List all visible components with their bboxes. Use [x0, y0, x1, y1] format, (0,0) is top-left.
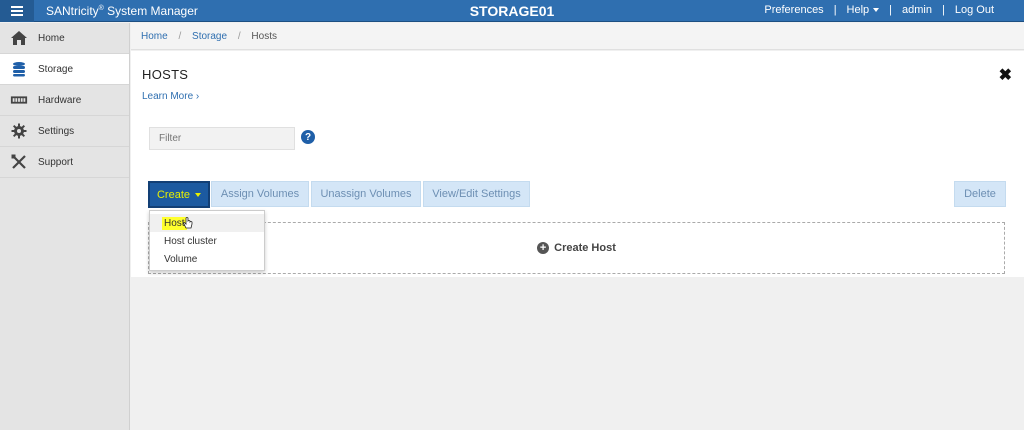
separator: |: [833, 4, 837, 16]
menu-item-host-cluster[interactable]: Host cluster: [150, 232, 264, 250]
create-button[interactable]: Create: [148, 181, 210, 208]
breadcrumb-storage[interactable]: Storage: [192, 31, 227, 42]
create-label: Create: [156, 188, 191, 201]
page-title: HOSTS: [142, 67, 189, 82]
empty-state-drop-zone[interactable]: + Create Host: [148, 222, 1005, 274]
learn-more-link[interactable]: Learn More ›: [142, 91, 199, 102]
menu-item-label: Host cluster: [164, 235, 217, 247]
caret-down-icon: [195, 192, 202, 197]
caret-down-icon: [873, 8, 880, 13]
breadcrumb-separator: /: [237, 31, 241, 42]
sidebar-item-home[interactable]: Home: [0, 23, 129, 54]
breadcrumb-home[interactable]: Home: [141, 31, 168, 42]
top-links: Preferences | Help | admin | Log Out: [764, 4, 994, 16]
separator: |: [942, 4, 945, 16]
assign-volumes-button[interactable]: Assign Volumes: [211, 181, 309, 207]
menu-item-host[interactable]: Host: [150, 214, 264, 232]
sidebar-item-label: Support: [38, 156, 74, 168]
help-menu[interactable]: Help: [847, 4, 880, 16]
sidebar-item-support[interactable]: Support: [0, 147, 129, 178]
database-icon: [10, 61, 28, 77]
hamburger-menu-button[interactable]: [0, 0, 34, 22]
help-label: Help: [846, 4, 870, 16]
sidebar-item-label: Hardware: [38, 94, 82, 106]
sidebar-item-label: Settings: [38, 125, 75, 137]
menu-icon: [11, 6, 23, 16]
sidebar-item-settings[interactable]: Settings: [0, 116, 129, 147]
sidebar-item-label: Storage: [38, 63, 74, 75]
close-icon[interactable]: ✖: [999, 65, 1012, 85]
main-content: Home / Storage / Hosts HOSTS Learn More …: [131, 23, 1024, 430]
help-icon[interactable]: ?: [301, 130, 315, 144]
plus-circle-icon: +: [537, 242, 550, 254]
separator: |: [889, 4, 893, 16]
gear-icon: [10, 123, 28, 139]
sidebar-item-hardware[interactable]: Hardware: [0, 85, 129, 116]
hosts-panel: HOSTS Learn More › ✖ ? Create Assign Vol…: [131, 51, 1024, 277]
create-dropdown-menu: Host Host cluster Volume: [149, 210, 265, 271]
preferences-link[interactable]: Preferences: [764, 4, 823, 16]
breadcrumb-separator: /: [178, 31, 182, 42]
sidebar: Home Storage Hardware Settings Support: [0, 23, 130, 430]
logout-link[interactable]: Log Out: [955, 4, 994, 16]
sidebar-item-storage[interactable]: Storage: [0, 54, 129, 85]
tools-icon: [10, 154, 28, 170]
top-bar: SANtricity® System Manager STORAGE01 Pre…: [0, 0, 1024, 22]
breadcrumb: Home / Storage / Hosts: [131, 23, 1024, 50]
menu-item-volume[interactable]: Volume: [150, 250, 264, 268]
delete-button[interactable]: Delete: [954, 181, 1006, 207]
view-edit-settings-button[interactable]: View/Edit Settings: [423, 181, 530, 207]
hand-pointer-icon: [183, 217, 193, 229]
menu-item-label: Volume: [164, 253, 198, 265]
app-brand: SANtricity® System Manager: [46, 4, 198, 18]
sidebar-item-label: Home: [38, 32, 65, 44]
brand-suffix: System Manager: [103, 4, 198, 18]
hardware-icon: [10, 92, 28, 108]
brand-name: SANtricity: [46, 4, 99, 18]
breadcrumb-current: Hosts: [251, 31, 277, 42]
filter-input[interactable]: [149, 127, 295, 150]
create-host-action[interactable]: + Create Host: [537, 242, 616, 254]
create-host-label: Create Host: [554, 242, 616, 254]
home-icon: [10, 30, 28, 46]
admin-user-link[interactable]: admin: [902, 4, 932, 16]
unassign-volumes-button[interactable]: Unassign Volumes: [311, 181, 421, 207]
